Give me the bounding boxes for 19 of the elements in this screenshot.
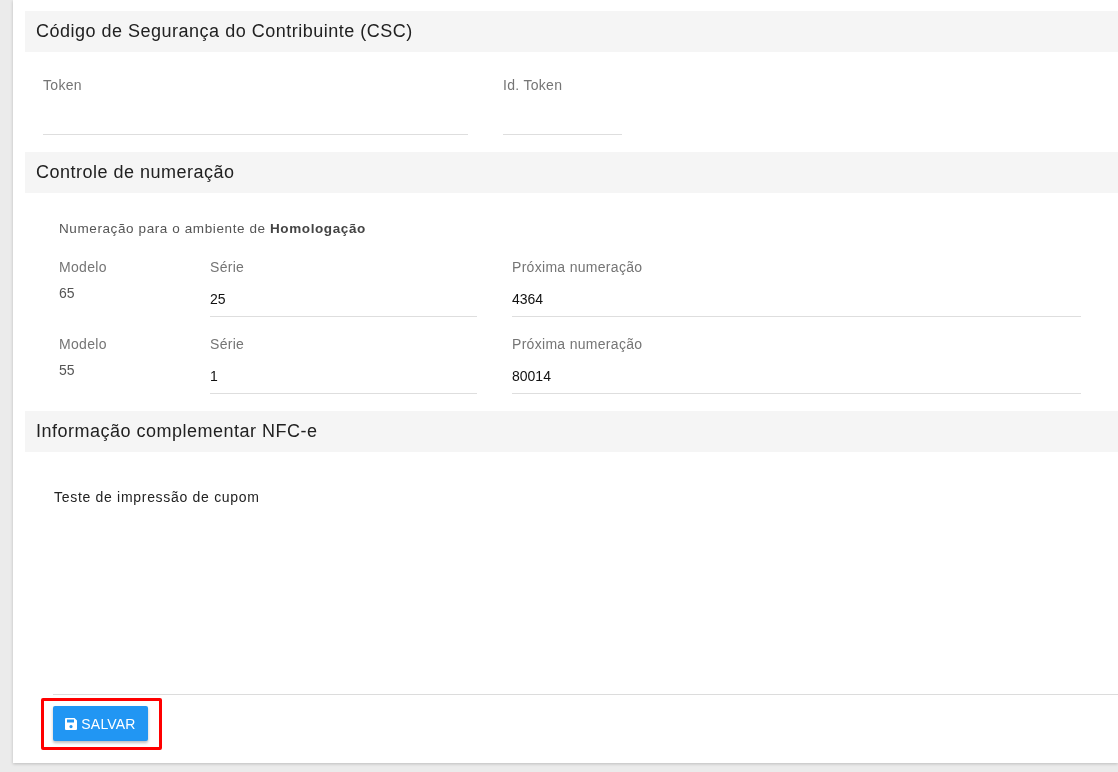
section-header: Controle de numeração	[25, 152, 1118, 193]
series-input[interactable]: 25	[210, 275, 477, 317]
field-label: Token	[43, 77, 82, 93]
next-number-label: Próxima numeração	[512, 259, 643, 275]
model-label: Modelo	[59, 336, 107, 352]
section-header: Informação complementar NFC-e	[25, 411, 1118, 452]
environment-note: Numeração para o ambiente de Homologação	[59, 221, 366, 237]
next-number-label: Próxima numeração	[512, 336, 643, 352]
model-value: 55	[59, 362, 75, 378]
series-label: Série	[210, 259, 245, 275]
section-header: Código de Segurança do Contribuinte (CSC)	[25, 11, 1118, 52]
next-number-input[interactable]: 80014	[512, 352, 1081, 394]
model-label: Modelo	[59, 259, 107, 275]
next-number-input[interactable]: 4364	[512, 275, 1081, 317]
field-label: Id. Token	[503, 77, 563, 93]
model-value: 65	[59, 285, 75, 301]
series-input[interactable]: 1	[210, 352, 477, 394]
complement-text: Teste de impressão de cupom	[54, 489, 260, 505]
series-label: Série	[210, 336, 245, 352]
